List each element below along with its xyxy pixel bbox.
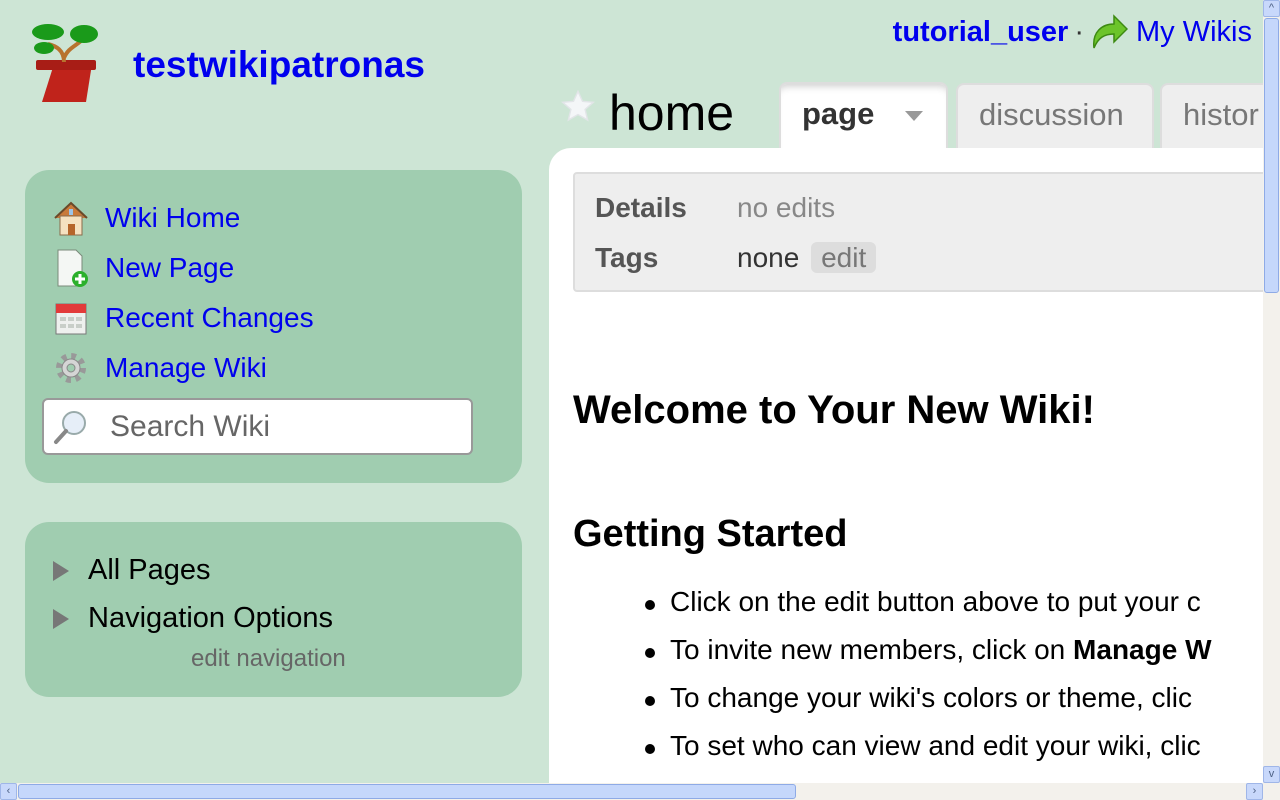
site-title[interactable]: testwikipatronas <box>133 44 425 86</box>
vertical-scroll-thumb[interactable] <box>1264 18 1279 293</box>
sidebar-item-recent-changes[interactable]: Recent Changes <box>51 298 314 338</box>
details-value: no edits <box>737 192 836 223</box>
content-subheading: Getting Started <box>573 513 848 555</box>
tab-label: histor <box>1183 97 1259 132</box>
tab-history[interactable]: histor <box>1160 83 1270 149</box>
list-item: To invite new members, click on Manage W <box>645 634 1212 682</box>
gear-icon <box>51 348 91 388</box>
house-icon <box>51 198 91 238</box>
chevron-down-icon[interactable] <box>904 110 923 121</box>
list-item: To set who can view and edit your wiki, … <box>645 730 1212 778</box>
tab-label: page <box>802 96 875 131</box>
sidebar-item-label: Manage Wiki <box>105 352 267 383</box>
sidebar-tree: All Pages Navigation Options edit naviga… <box>25 522 522 697</box>
tab-label: discussion <box>979 97 1124 132</box>
tab-discussion[interactable]: discussion <box>956 83 1154 149</box>
horizontal-scroll-thumb[interactable] <box>18 784 796 799</box>
tree-item-label: Navigation Options <box>88 602 334 634</box>
tree-item-navigation-options[interactable]: Navigation Options <box>53 602 333 635</box>
list-item: To change your wiki's colors or theme, c… <box>645 682 1212 730</box>
expand-triangle-icon[interactable] <box>53 608 69 629</box>
list-item: Click on the edit button above to put yo… <box>645 586 1212 634</box>
tree-item-all-pages[interactable]: All Pages <box>53 554 211 587</box>
username-link[interactable]: tutorial_user <box>893 16 1069 49</box>
green-arrow-icon <box>1093 14 1129 49</box>
edit-tags-button[interactable]: edit <box>811 242 877 273</box>
details-label: Details <box>595 192 687 223</box>
sidebar-item-new-page[interactable]: New Page <box>51 248 234 288</box>
tab-page[interactable]: page <box>779 82 948 150</box>
getting-started-list: Click on the edit button above to put yo… <box>645 586 1212 778</box>
calendar-icon <box>51 298 91 338</box>
search-input[interactable] <box>110 409 440 444</box>
page-details-box: Details no edits Tags none edit <box>573 172 1263 292</box>
sidebar-item-label: Wiki Home <box>105 202 241 233</box>
scroll-left-button[interactable]: ‹ <box>0 783 17 800</box>
tags-label: Tags <box>595 242 659 273</box>
scroll-up-button[interactable]: ^ <box>1263 0 1280 17</box>
userbar: tutorial_user · My Wikis <box>893 14 1252 50</box>
expand-triangle-icon[interactable] <box>53 560 69 581</box>
edit-navigation-link[interactable]: edit navigation <box>191 645 346 673</box>
sidebar-nav: Wiki Home New Page Recent Changes Manage… <box>25 170 522 483</box>
scroll-right-button[interactable]: › <box>1246 783 1263 800</box>
search-box[interactable] <box>42 398 473 455</box>
star-icon[interactable] <box>561 90 595 124</box>
sidebar-item-manage-wiki[interactable]: Manage Wiki <box>51 348 267 388</box>
site-logo[interactable] <box>26 20 102 108</box>
vertical-scrollbar[interactable]: ^ v <box>1263 0 1280 783</box>
search-icon[interactable] <box>52 408 90 446</box>
separator: · <box>1074 15 1085 48</box>
sidebar-item-label: Recent Changes <box>105 302 314 333</box>
content-heading: Welcome to Your New Wiki! <box>573 388 1095 432</box>
horizontal-scrollbar[interactable]: ‹ › <box>0 783 1280 800</box>
tree-item-label: All Pages <box>88 554 211 586</box>
page-content: Details no edits Tags none edit Welcome … <box>549 148 1263 783</box>
sidebar-item-wiki-home[interactable]: Wiki Home <box>51 198 240 238</box>
scroll-down-button[interactable]: v <box>1263 766 1280 783</box>
my-wikis-link[interactable]: My Wikis <box>1136 16 1252 49</box>
new-page-icon <box>51 248 91 288</box>
sidebar-item-label: New Page <box>105 252 235 283</box>
tags-value: none <box>737 242 800 273</box>
page-title: home <box>609 85 735 141</box>
